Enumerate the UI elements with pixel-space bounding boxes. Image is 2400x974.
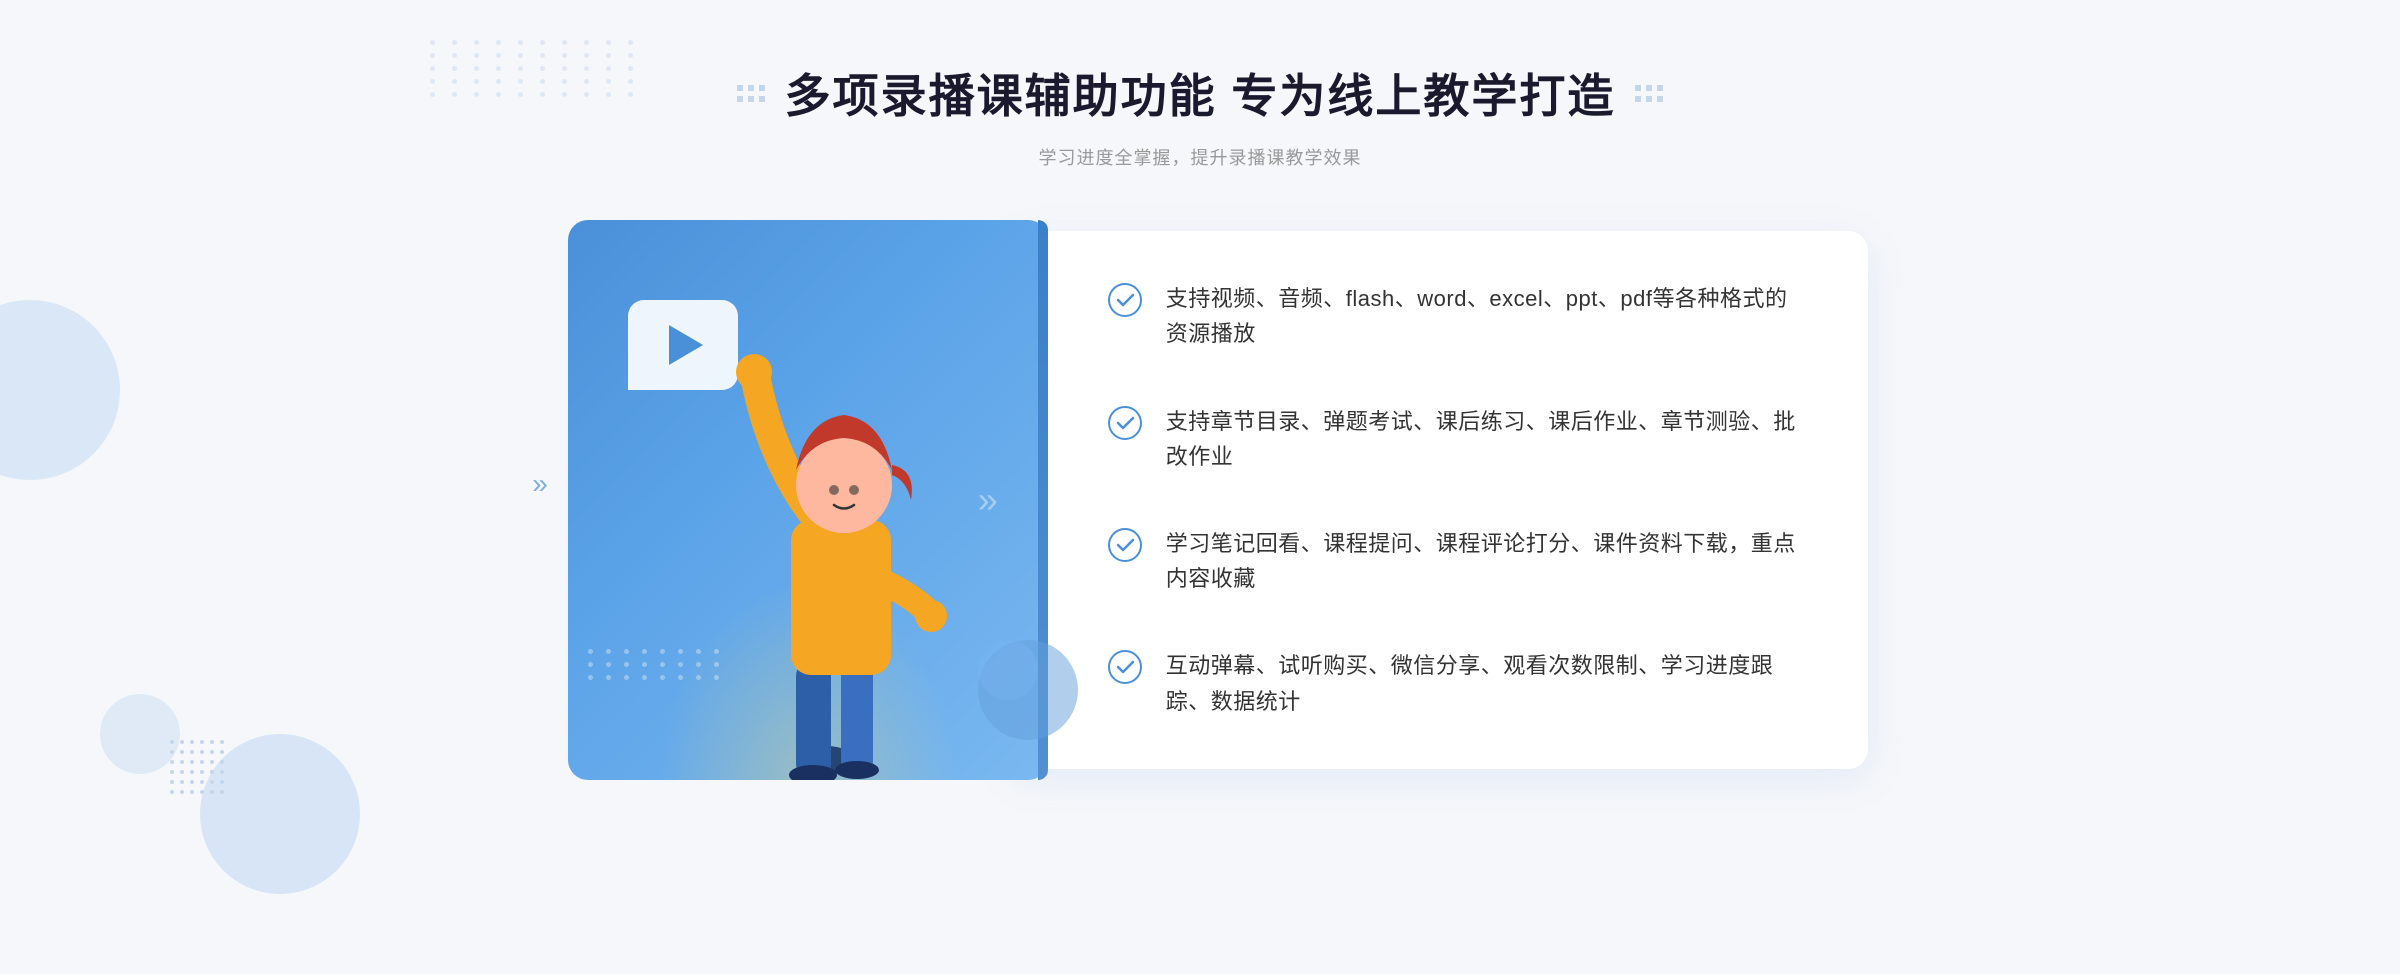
feature-text-1: 支持视频、音频、flash、word、excel、ppt、pdf等各种格式的资源… <box>1166 281 1808 351</box>
sub-title: 学习进度全掌握，提升录播课教学效果 <box>0 144 2400 170</box>
check-icon-3 <box>1108 528 1142 562</box>
feature-item-3: 学习笔记回看、课程提问、课程评论打分、课件资料下载，重点内容收藏 <box>1108 526 1808 596</box>
main-title: 多项录播课辅助功能 专为线上教学打造 <box>785 60 1616 126</box>
illus-chevron: » <box>978 479 998 521</box>
left-arrow-deco: » <box>532 468 548 500</box>
feature-item-2: 支持章节目录、弹题考试、课后练习、课后作业、章节测验、批改作业 <box>1108 404 1808 474</box>
feature-item-1: 支持视频、音频、flash、word、excel、ppt、pdf等各种格式的资源… <box>1108 281 1808 351</box>
title-deco-right <box>1635 85 1663 102</box>
header-section: 多项录播课辅助功能 专为线上教学打造 学习进度全掌握，提升录播课教学效果 <box>0 0 2400 170</box>
illus-circle-2 <box>978 640 1038 700</box>
title-row: 多项录播课辅助功能 专为线上教学打造 <box>0 60 2400 126</box>
feature-text-4: 互动弹幕、试听购买、微信分享、观看次数限制、学习进度跟踪、数据统计 <box>1166 648 1808 718</box>
person-illustration <box>696 300 976 780</box>
content-area: » <box>0 220 2400 780</box>
check-icon-1 <box>1108 283 1142 317</box>
check-icon-4 <box>1108 650 1142 684</box>
content-panel: 支持视频、音频、flash、word、excel、ppt、pdf等各种格式的资源… <box>1008 231 1868 769</box>
check-icon-2 <box>1108 406 1142 440</box>
feature-item-4: 互动弹幕、试听购买、微信分享、观看次数限制、学习进度跟踪、数据统计 <box>1108 648 1808 718</box>
feature-text-3: 学习笔记回看、课程提问、课程评论打分、课件资料下载，重点内容收藏 <box>1166 526 1808 596</box>
feature-text-2: 支持章节目录、弹题考试、课后练习、课后作业、章节测验、批改作业 <box>1166 404 1808 474</box>
title-deco-left <box>737 85 765 102</box>
illustration-panel: » <box>568 220 1048 780</box>
